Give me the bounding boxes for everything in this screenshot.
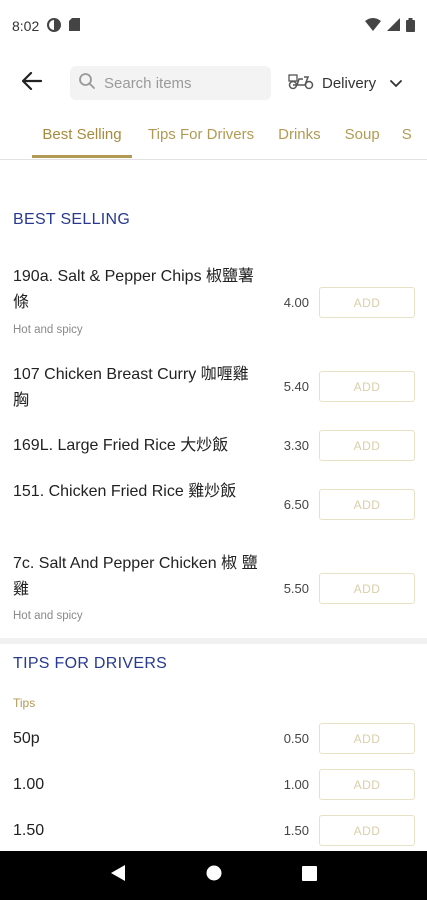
chevron-down-icon — [390, 75, 403, 92]
add-button[interactable]: ADD — [319, 489, 415, 520]
item-price: 4.00 — [283, 295, 309, 310]
data-saver-icon — [47, 17, 62, 35]
item-name: 50p — [13, 730, 40, 747]
search-input[interactable] — [104, 74, 264, 92]
add-button[interactable]: ADD — [319, 815, 415, 846]
item-name: 169L. Large Fried Rice 大炒飯 — [13, 437, 229, 454]
add-button[interactable]: ADD — [319, 723, 415, 754]
list-item: 169L. Large Fried Rice 大炒飯 3.30 ADD — [0, 430, 427, 463]
item-price: 5.40 — [283, 379, 309, 394]
add-button[interactable]: ADD — [319, 371, 415, 402]
item-name: 1.50 — [13, 822, 45, 839]
arrow-left-icon — [21, 71, 43, 95]
menu-list: BEST SELLING 190a. Salt & Pepper Chips 椒… — [0, 160, 427, 851]
tab-next-category[interactable]: S — [402, 112, 412, 158]
tab-soup[interactable]: Soup — [345, 112, 380, 158]
item-price: 1.50 — [283, 823, 309, 838]
item-price: 5.50 — [283, 581, 309, 596]
delivery-selector[interactable]: Delivery — [288, 72, 403, 94]
list-item: 50p 0.50 ADD — [0, 723, 427, 756]
section-title-tips-for-drivers: TIPS FOR DRIVERS — [13, 655, 168, 672]
wifi-icon — [365, 18, 381, 34]
item-name: 1.00 — [13, 776, 45, 793]
battery-icon — [406, 17, 415, 35]
nav-back-icon[interactable] — [110, 864, 126, 887]
tab-drinks[interactable]: Drinks — [278, 112, 321, 158]
section-divider — [0, 638, 427, 644]
status-time: 8:02 — [12, 18, 40, 34]
tab-tips-for-drivers[interactable]: Tips For Drivers — [148, 112, 254, 158]
top-app-bar: Delivery — [0, 62, 427, 104]
list-item: 7c. Salt And Pepper Chicken 椒 鹽 雞 Hot an… — [0, 551, 427, 629]
status-bar: 8:02 — [0, 0, 427, 52]
search-icon — [78, 72, 96, 95]
item-name: 107 Chicken Breast Curry 咖喱雞胸 — [13, 366, 249, 409]
list-item: 107 Chicken Breast Curry 咖喱雞胸 5.40 ADD — [0, 362, 427, 418]
back-button[interactable] — [12, 63, 52, 103]
cell-signal-icon — [387, 18, 400, 34]
item-description: Hot and spicy — [13, 324, 83, 336]
delivery-label: Delivery — [322, 74, 377, 92]
item-price: 0.50 — [283, 731, 309, 746]
list-item: 151. Chicken Fried Rice 雞炒飯 6.50 ADD — [0, 479, 427, 535]
search-box[interactable] — [70, 66, 271, 100]
item-price: 3.30 — [283, 438, 309, 453]
nav-recents-icon[interactable] — [302, 865, 317, 886]
item-name: 7c. Salt And Pepper Chicken 椒 鹽 雞 — [13, 555, 258, 598]
sd-card-icon — [69, 18, 81, 34]
nav-home-icon[interactable] — [206, 865, 222, 886]
add-button[interactable]: ADD — [319, 769, 415, 800]
category-tabs: Best Selling Tips For Drivers Drinks Sou… — [0, 112, 427, 160]
item-name: 151. Chicken Fried Rice 雞炒飯 — [13, 483, 237, 500]
list-item: 190a. Salt & Pepper Chips 椒鹽薯條 Hot and s… — [0, 264, 427, 342]
scooter-icon — [288, 72, 314, 94]
list-item: 1.50 1.50 ADD — [0, 815, 427, 848]
list-item: 1.00 1.00 ADD — [0, 769, 427, 802]
section-title-best-selling: BEST SELLING — [13, 211, 131, 228]
item-description: Hot and spicy — [13, 610, 83, 622]
add-button[interactable]: ADD — [319, 573, 415, 604]
add-button[interactable]: ADD — [319, 430, 415, 461]
item-price: 6.50 — [283, 497, 309, 512]
add-button[interactable]: ADD — [319, 287, 415, 318]
subsection-label-tips: Tips — [13, 696, 36, 710]
item-price: 1.00 — [283, 777, 309, 792]
system-nav-bar — [0, 851, 427, 900]
item-name: 190a. Salt & Pepper Chips 椒鹽薯條 — [13, 268, 255, 311]
tab-best-selling[interactable]: Best Selling — [32, 112, 132, 158]
